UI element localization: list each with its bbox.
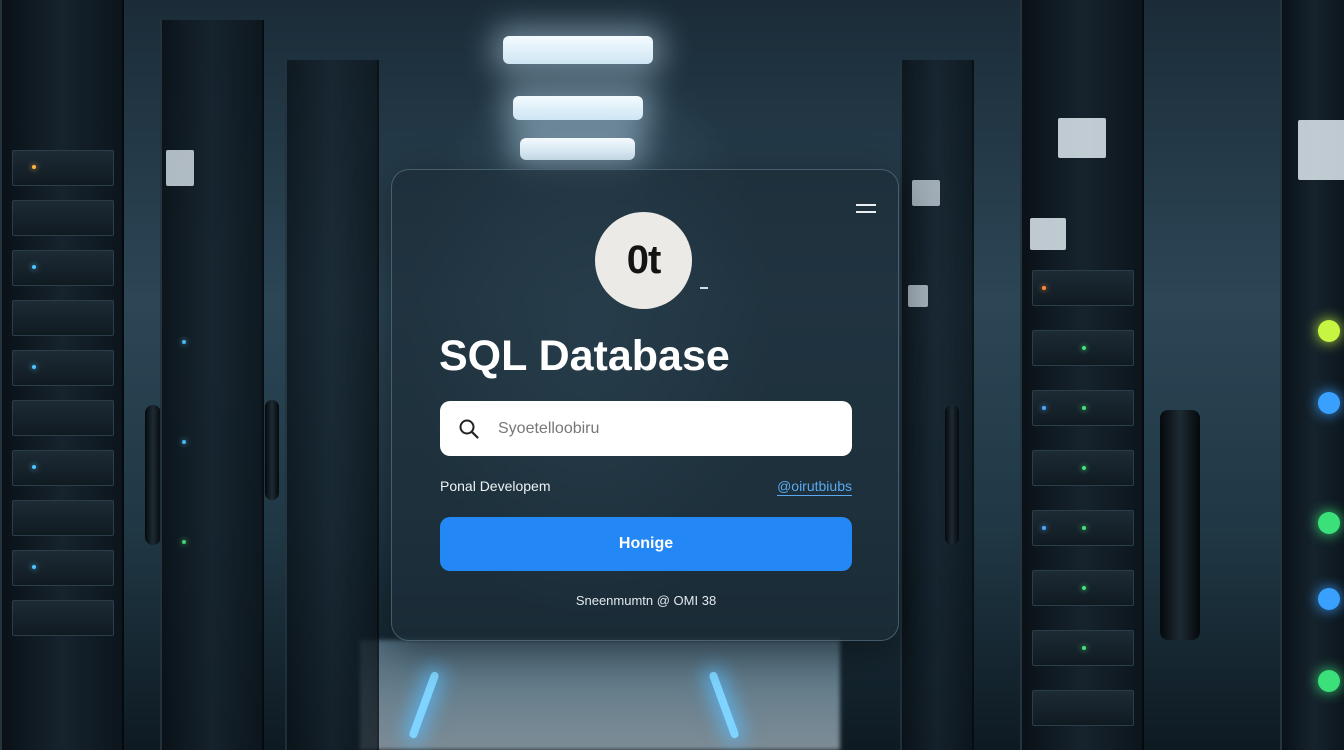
status-led — [1042, 526, 1046, 530]
server-rack — [160, 20, 264, 750]
rack-unit — [11, 450, 115, 486]
server-rack — [0, 0, 124, 750]
status-led — [32, 165, 36, 169]
search-input[interactable] — [496, 418, 820, 439]
status-led — [1318, 670, 1340, 692]
ceiling-light — [503, 36, 653, 64]
rack-label — [166, 150, 194, 186]
rack-unit — [11, 150, 115, 186]
server-room-background: 0t SQL Database Ponal Developem @oirutbi… — [0, 0, 1344, 750]
status-led — [1318, 588, 1340, 610]
primary-button[interactable]: Honige — [440, 517, 852, 571]
logo-dash — [700, 287, 708, 289]
rack-label — [1030, 218, 1066, 250]
status-led — [1082, 466, 1086, 470]
footer-text: Sneenmumtn @ OMI 38 — [575, 593, 717, 608]
rack-handle — [265, 400, 279, 500]
ceiling-light — [513, 96, 643, 120]
status-led — [1082, 526, 1086, 530]
status-led — [1082, 346, 1086, 350]
status-led — [1318, 320, 1340, 342]
rack-handle — [145, 405, 161, 545]
rack-label — [1298, 120, 1344, 180]
rack-unit — [11, 300, 115, 336]
link-row: Ponal Developem @oirutbiubs — [440, 476, 852, 500]
menu-icon[interactable] — [856, 202, 876, 216]
status-led — [32, 265, 36, 269]
corridor-floor — [360, 640, 840, 750]
status-led — [1318, 392, 1340, 414]
rack-unit — [11, 350, 115, 386]
rack-handle — [1160, 410, 1200, 640]
developer-link[interactable]: Ponal Developem — [440, 478, 551, 494]
rack-label — [1058, 118, 1106, 158]
rack-handle — [945, 405, 959, 545]
search-icon — [459, 419, 479, 439]
server-rack — [1020, 0, 1144, 750]
server-rack — [1280, 0, 1344, 750]
rack-unit — [1031, 270, 1135, 306]
page-title: SQL Database — [439, 332, 730, 380]
rack-label — [912, 180, 940, 206]
rack-unit — [1031, 690, 1135, 726]
app-logo: 0t — [595, 212, 692, 309]
rack-unit — [11, 200, 115, 236]
status-led — [182, 540, 186, 544]
account-link[interactable]: @oirutbiubs — [777, 478, 852, 496]
status-led — [32, 465, 36, 469]
rack-unit — [11, 600, 115, 636]
rack-unit — [11, 500, 115, 536]
status-led — [182, 340, 186, 344]
status-led — [1042, 286, 1046, 290]
server-rack — [900, 60, 974, 750]
status-led — [32, 565, 36, 569]
rack-unit — [11, 250, 115, 286]
server-rack — [285, 60, 379, 750]
status-led — [182, 440, 186, 444]
ceiling-light — [520, 138, 635, 160]
status-led — [1042, 406, 1046, 410]
rack-label — [908, 285, 928, 307]
search-field[interactable] — [440, 401, 852, 456]
status-led — [1082, 406, 1086, 410]
rack-unit — [11, 550, 115, 586]
logo-text: 0t — [626, 238, 662, 282]
database-card: 0t SQL Database Ponal Developem @oirutbi… — [391, 169, 899, 641]
status-led — [1082, 586, 1086, 590]
rack-unit — [11, 400, 115, 436]
status-led — [32, 365, 36, 369]
status-led — [1082, 646, 1086, 650]
status-led — [1318, 512, 1340, 534]
